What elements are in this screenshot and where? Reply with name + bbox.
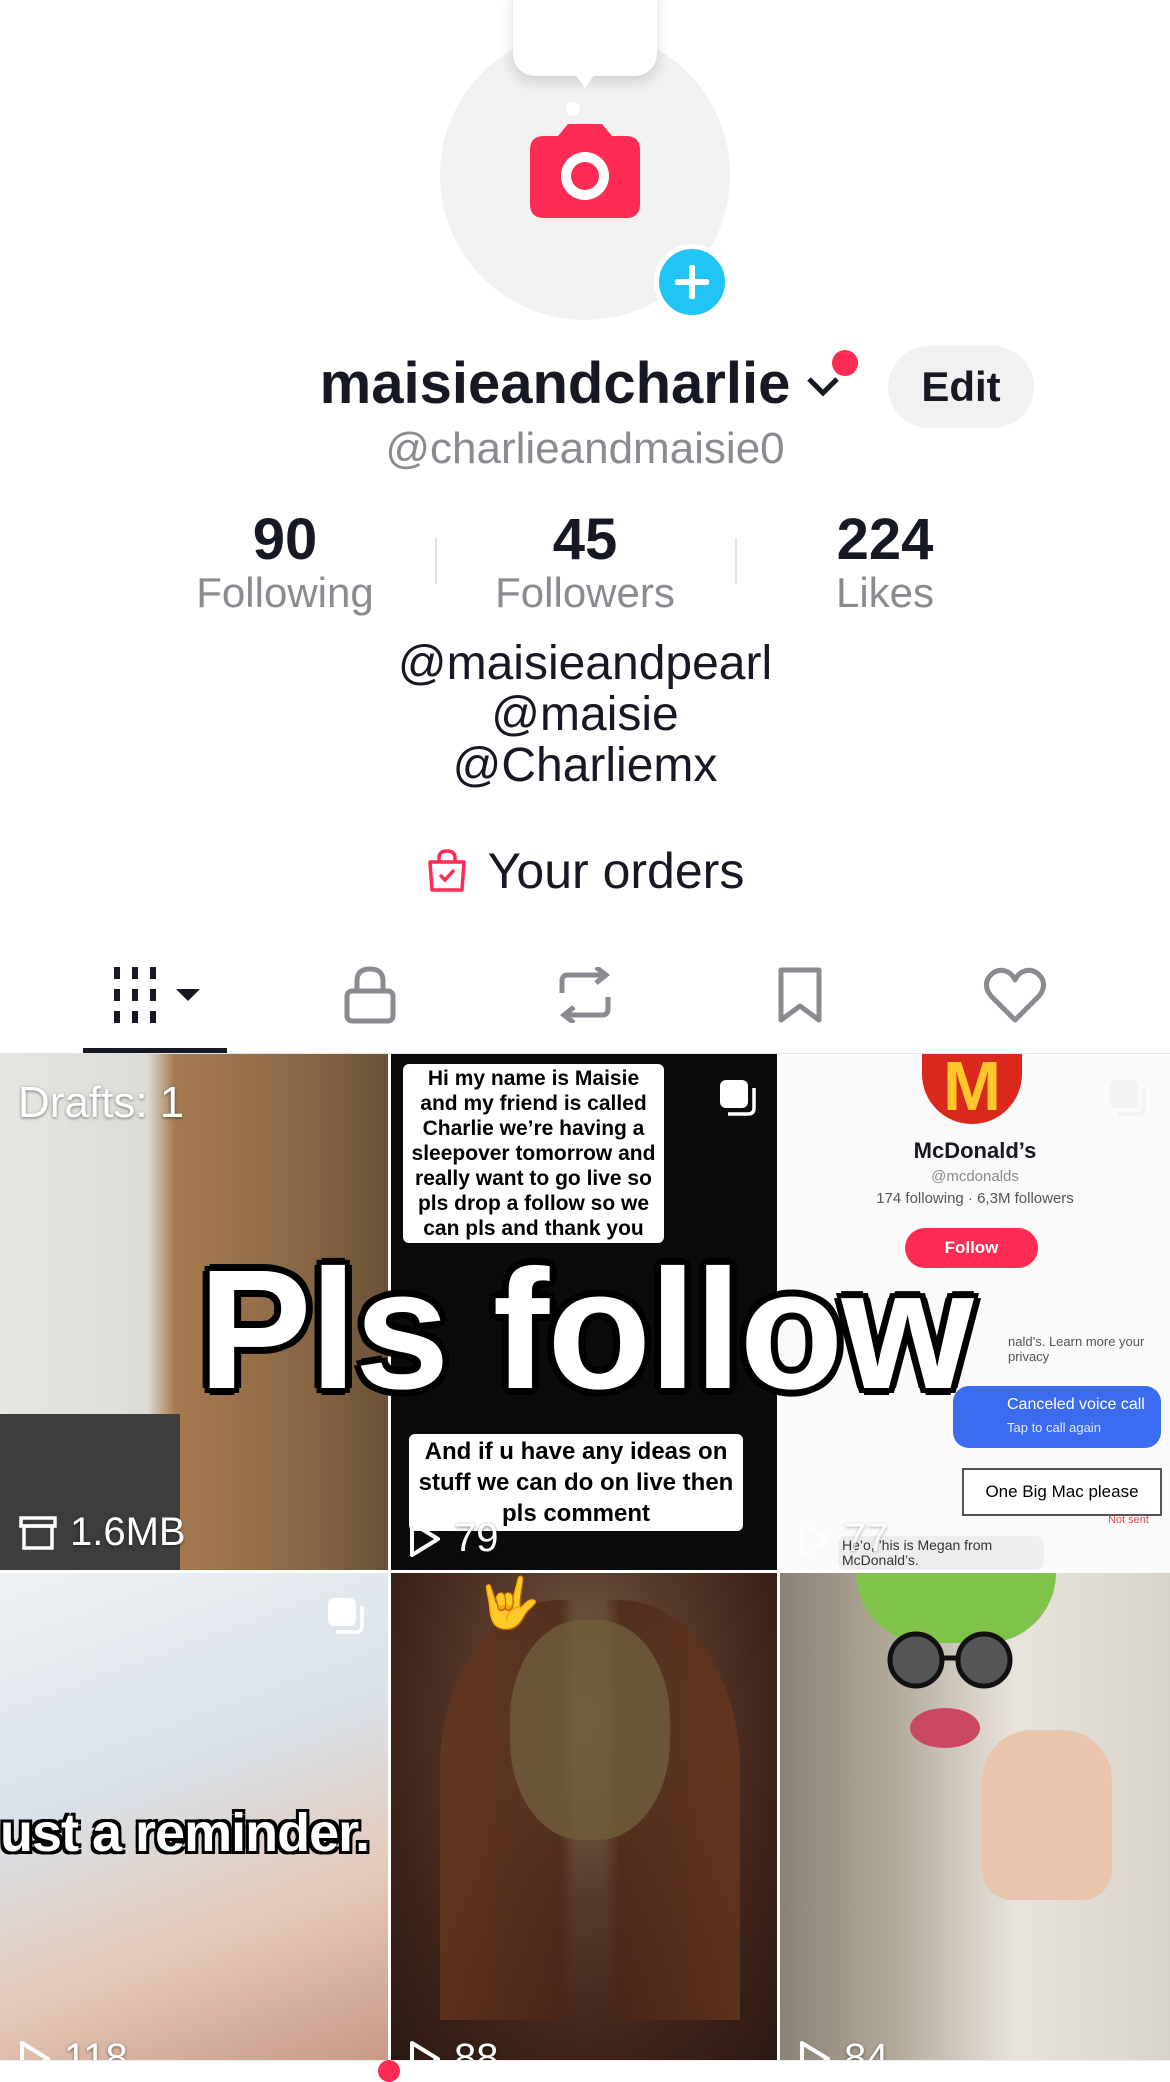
view-count: 79 bbox=[408, 1516, 499, 1561]
avatar-tooltip-bubble bbox=[513, 0, 657, 76]
face-shape bbox=[510, 1620, 670, 1840]
multi-post-icon bbox=[328, 1598, 364, 1634]
your-orders-label: Your orders bbox=[487, 843, 745, 899]
view-count-value: 77 bbox=[844, 1516, 889, 1560]
stat-value: 224 bbox=[836, 507, 934, 572]
grid-columns-icon bbox=[114, 967, 200, 1023]
drafts-label: Drafts: 1 bbox=[18, 1078, 185, 1127]
bio-line[interactable]: @maisieandpearl bbox=[0, 638, 1170, 689]
multi-post-icon bbox=[720, 1080, 756, 1116]
view-count-value: 79 bbox=[454, 1516, 499, 1560]
stat-likes[interactable]: 224 Likes bbox=[755, 510, 1015, 616]
tab-liked[interactable] bbox=[975, 960, 1055, 1030]
stat-label: Likes bbox=[835, 569, 935, 616]
mc-not-sent: Not sent bbox=[1108, 1514, 1149, 1526]
multi-post-icon bbox=[1110, 1080, 1146, 1116]
notification-dot bbox=[832, 350, 858, 376]
tab-favorites[interactable] bbox=[760, 960, 840, 1030]
play-icon bbox=[410, 1520, 440, 1557]
camera-icon[interactable] bbox=[528, 122, 642, 220]
mc-name: McDonald’s bbox=[913, 1138, 1037, 1163]
tab-videos[interactable] bbox=[112, 960, 202, 1030]
stat-label: Following bbox=[196, 569, 374, 616]
bio-line[interactable]: @Charliemx bbox=[0, 740, 1170, 791]
archive-icon bbox=[19, 1515, 57, 1550]
mc-handle: @mcdonalds bbox=[931, 1168, 1019, 1185]
edit-profile-button[interactable]: Edit bbox=[888, 346, 1034, 428]
stat-divider bbox=[435, 538, 437, 584]
stat-label: Followers bbox=[495, 569, 675, 616]
stat-divider bbox=[735, 538, 737, 584]
play-icon bbox=[800, 1520, 830, 1557]
tab-reposts[interactable] bbox=[545, 960, 625, 1030]
stat-value: 90 bbox=[252, 507, 318, 572]
mc-order-message: One Big Mac please bbox=[962, 1468, 1162, 1516]
hand-emoji-sticker: 🤟 bbox=[478, 1575, 541, 1631]
lips-filter bbox=[910, 1708, 980, 1748]
inbox-notification-dot bbox=[378, 2060, 400, 2082]
lock-icon bbox=[344, 966, 396, 1024]
waving-hand-shape bbox=[982, 1730, 1112, 1900]
shopping-bag-icon bbox=[427, 849, 466, 892]
display-name[interactable]: maisieandcharlie bbox=[320, 350, 791, 417]
bio-line[interactable]: @maisie bbox=[0, 689, 1170, 740]
drafts-size: 1.6MB bbox=[70, 1510, 186, 1554]
chevron-down-icon[interactable] bbox=[806, 374, 840, 398]
your-orders-link[interactable]: Your orders bbox=[426, 842, 745, 900]
heart-icon bbox=[983, 967, 1047, 1023]
user-handle: @charlieandmaisie0 bbox=[385, 424, 785, 473]
post-caption-top: Hi my name is Maisie and my friend is ca… bbox=[403, 1064, 664, 1243]
stat-followers[interactable]: 45 Followers bbox=[455, 510, 715, 616]
post-caption: ust a reminder. bbox=[0, 1803, 370, 1863]
bookmark-icon bbox=[778, 967, 822, 1023]
bio: @maisieandpearl @maisie @Charliemx bbox=[0, 638, 1170, 791]
stat-following[interactable]: 90 Following bbox=[155, 510, 415, 616]
stat-value: 45 bbox=[552, 507, 618, 572]
avatar-tooltip-tail bbox=[575, 74, 595, 88]
view-count: 77 bbox=[798, 1516, 889, 1561]
add-avatar-button[interactable] bbox=[654, 244, 730, 320]
drafts-size-row: 1.6MB bbox=[18, 1510, 186, 1555]
glasses-filter bbox=[887, 1631, 1013, 1689]
overlay-text: Pls follow bbox=[198, 1235, 973, 1425]
bottom-nav bbox=[0, 2060, 1170, 2081]
repost-icon bbox=[559, 967, 611, 1023]
tab-private[interactable] bbox=[330, 960, 410, 1030]
plus-icon bbox=[675, 265, 709, 299]
mc-stats: 174 following · 6,3M followers bbox=[876, 1190, 1074, 1207]
avatar-tooltip-dot bbox=[566, 102, 580, 116]
your-orders-row: Your orders bbox=[0, 842, 1170, 906]
